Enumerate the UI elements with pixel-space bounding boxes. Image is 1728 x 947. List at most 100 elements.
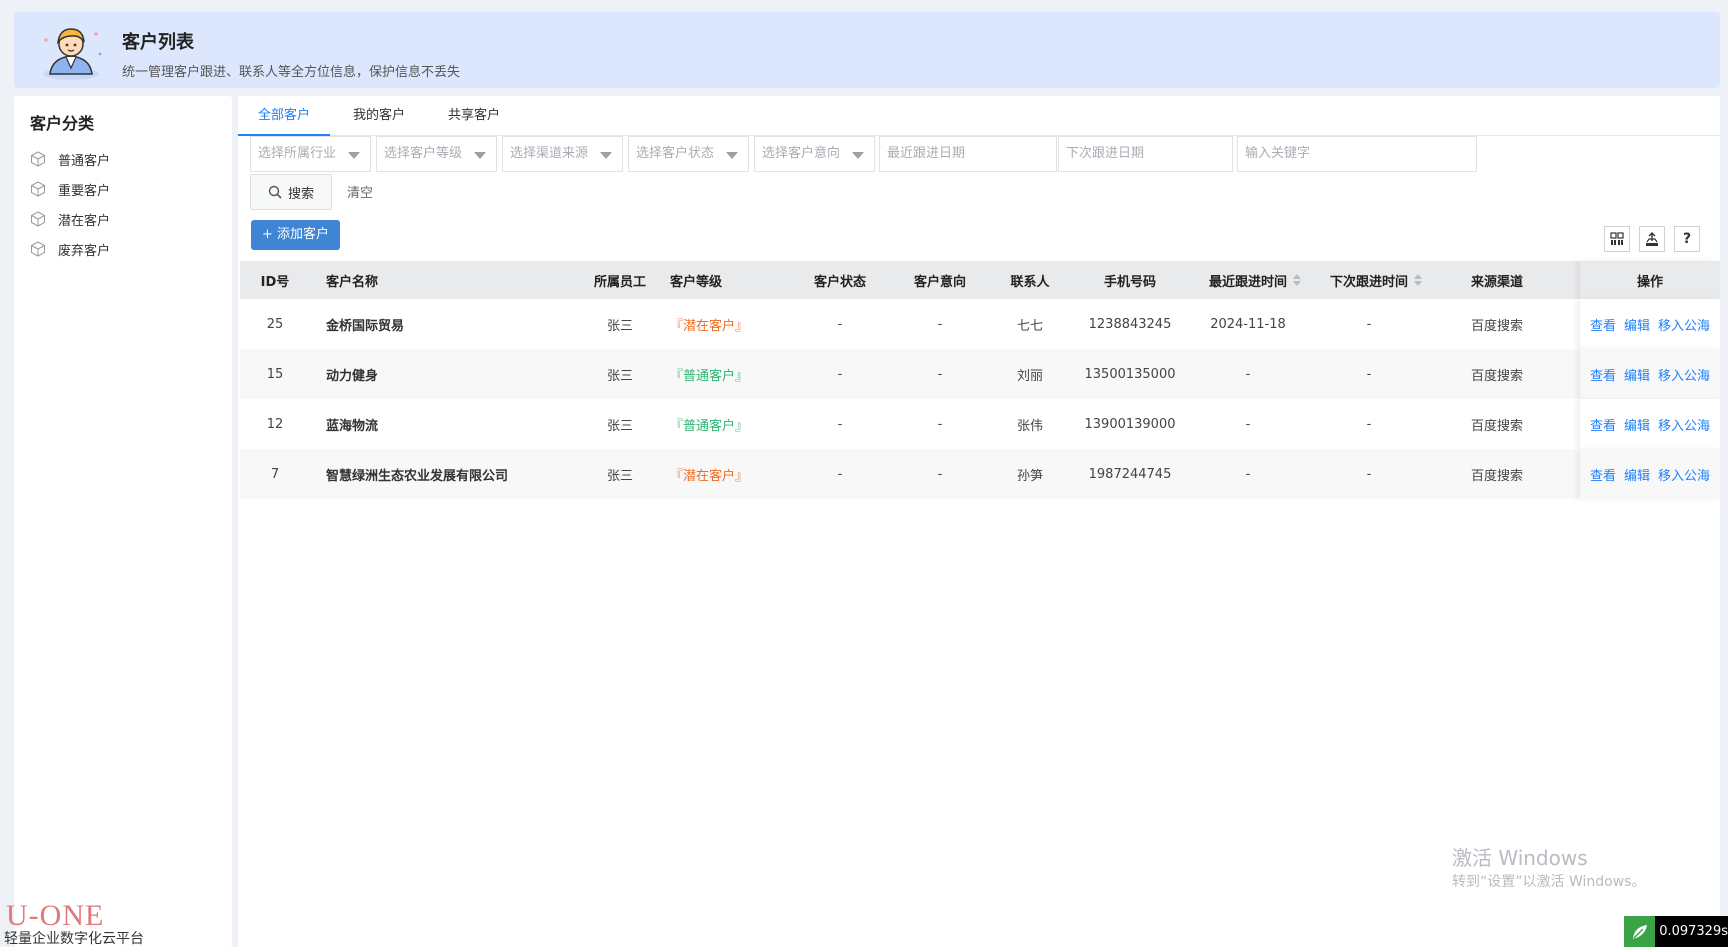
cell-intent: - <box>937 366 943 382</box>
col-name: 客户名称 <box>326 274 379 290</box>
view-link[interactable]: 查看 <box>1590 365 1616 384</box>
tab-bar: 全部客户 我的客户 共享客户 <box>238 96 1720 136</box>
keyword-input[interactable]: 输入关键字 <box>1237 136 1477 172</box>
cube-icon <box>31 211 45 227</box>
cell-employee: 张三 <box>606 418 633 434</box>
status-select[interactable]: 选择客户状态 <box>628 136 749 172</box>
cell-channel: 百度搜索 <box>1470 368 1523 384</box>
table-header: ID号 客户名称 所属员工 客户等级 客户状态 客户意向 联系人 手机号码 最近… <box>240 261 1720 299</box>
cell-employee: 张三 <box>606 468 633 484</box>
cell-phone: 13500135000 <box>1084 366 1176 382</box>
cell-level-badge: 『潜在客户』 <box>670 468 749 484</box>
industry-select-placeholder: 选择所属行业 <box>258 146 337 161</box>
sidebar-item-potential[interactable]: 潜在客户 <box>30 204 110 234</box>
chevron-down-icon <box>600 152 612 159</box>
edit-link[interactable]: 编辑 <box>1624 465 1650 484</box>
sidebar-item-important[interactable]: 重要客户 <box>30 174 110 204</box>
col-contact: 联系人 <box>1010 274 1050 290</box>
help-button[interactable]: ? <box>1674 226 1700 252</box>
cell-employee: 张三 <box>606 318 633 334</box>
col-level: 客户等级 <box>670 274 723 290</box>
export-icon <box>1646 232 1658 246</box>
col-channel: 来源渠道 <box>1470 274 1523 290</box>
sidebar-item-label: 潜在客户 <box>58 213 111 229</box>
tab-shared-customers[interactable]: 共享客户 <box>448 96 500 136</box>
intent-select[interactable]: 选择客户意向 <box>754 136 875 172</box>
col-intent: 客户意向 <box>913 274 966 290</box>
sidebar-item-abandoned[interactable]: 废弃客户 <box>30 234 110 264</box>
recent-followup-date-input[interactable]: 最近跟进日期 <box>879 136 1057 172</box>
col-recent-label: 最近跟进时间 <box>1208 274 1287 290</box>
industry-select[interactable]: 选择所属行业 <box>250 136 371 172</box>
level-select-placeholder: 选择客户等级 <box>384 146 463 161</box>
col-next-label: 下次跟进时间 <box>1329 274 1408 290</box>
cell-recent-followup: 2024-11-18 <box>1210 316 1286 332</box>
activation-watermark-sub: 转到“设置”以激活 Windows。 <box>1452 874 1646 890</box>
sort-icon[interactable] <box>1293 274 1301 286</box>
cube-icon <box>31 151 45 167</box>
cell-contact: 刘丽 <box>1016 368 1043 384</box>
activation-watermark-title: 激活 Windows <box>1452 846 1588 870</box>
next-followup-date-input[interactable]: 下次跟进日期 <box>1058 136 1233 172</box>
tab-all-customers[interactable]: 全部客户 <box>238 96 331 136</box>
view-link[interactable]: 查看 <box>1590 465 1616 484</box>
chevron-down-icon <box>852 152 864 159</box>
export-button[interactable] <box>1639 226 1665 252</box>
cell-contact: 七七 <box>1016 318 1043 334</box>
cell-recent-followup: - <box>1245 366 1251 382</box>
cell-intent: - <box>937 416 943 432</box>
sidebar-item-normal[interactable]: 普通客户 <box>30 144 110 174</box>
search-icon <box>268 185 282 199</box>
grid-icon <box>1610 232 1624 245</box>
edit-link[interactable]: 编辑 <box>1624 365 1650 384</box>
cube-icon <box>31 181 45 197</box>
cell-recent-followup: - <box>1245 466 1251 482</box>
move-to-pool-link[interactable]: 移入公海 <box>1658 365 1710 384</box>
column-settings-button[interactable] <box>1604 226 1630 252</box>
move-to-pool-link[interactable]: 移入公海 <box>1658 465 1710 484</box>
col-recent[interactable]: 最近跟进时间 <box>1195 261 1315 299</box>
row-actions: 查看 编辑 移入公海 <box>1580 299 1720 349</box>
edit-link[interactable]: 编辑 <box>1624 415 1650 434</box>
timer-badge: 0.097329s <box>1624 916 1728 947</box>
sort-icon[interactable] <box>1414 274 1422 286</box>
page-subtitle: 统一管理客户跟进、联系人等全方位信息，保护信息不丢失 <box>122 65 461 80</box>
search-button[interactable]: 搜索 <box>250 174 332 210</box>
channel-select[interactable]: 选择渠道来源 <box>502 136 623 172</box>
col-next[interactable]: 下次跟进时间 <box>1316 261 1436 299</box>
view-link[interactable]: 查看 <box>1590 315 1616 334</box>
category-list: 普通客户 重要客户 潜在客户 废弃客户 <box>30 144 110 264</box>
status-select-placeholder: 选择客户状态 <box>636 146 715 161</box>
cell-customer-name[interactable]: 金桥国际贸易 <box>326 299 586 349</box>
col-phone: 手机号码 <box>1103 274 1156 290</box>
col-ops-wrapper: 操作 <box>1580 261 1720 299</box>
cell-status: - <box>837 316 843 332</box>
cell-channel: 百度搜索 <box>1470 418 1523 434</box>
view-link[interactable]: 查看 <box>1590 415 1616 434</box>
table-row: 25 金桥国际贸易 张三 『潜在客户』 - - 七七 1238843245 2024-11-18… <box>240 299 1720 349</box>
chevron-down-icon <box>348 152 360 159</box>
cell-status: - <box>837 466 843 482</box>
add-customer-button[interactable]: + 添加客户 <box>251 220 340 250</box>
move-to-pool-link[interactable]: 移入公海 <box>1658 415 1710 434</box>
intent-select-placeholder: 选择客户意向 <box>762 146 841 161</box>
edit-link[interactable]: 编辑 <box>1624 315 1650 334</box>
move-to-pool-link[interactable]: 移入公海 <box>1658 315 1710 334</box>
timer-value: 0.097329s <box>1659 924 1728 939</box>
clear-button[interactable]: 清空 <box>347 182 373 201</box>
col-ops: 操作 <box>1636 274 1663 290</box>
leaf-icon <box>1624 916 1656 947</box>
tab-my-customers[interactable]: 我的客户 <box>353 96 405 136</box>
cell-customer-name[interactable]: 动力健身 <box>326 349 586 399</box>
level-select[interactable]: 选择客户等级 <box>376 136 497 172</box>
sidebar-item-label: 普通客户 <box>58 153 111 169</box>
page-title: 客户列表 <box>122 32 194 53</box>
cell-next-followup: - <box>1366 366 1372 382</box>
cell-customer-name[interactable]: 智慧绿洲生态农业发展有限公司 <box>326 449 586 499</box>
cell-customer-name[interactable]: 蓝海物流 <box>326 399 586 449</box>
next-date-placeholder: 下次跟进日期 <box>1066 146 1145 161</box>
col-id: ID号 <box>260 274 290 290</box>
table-body: 25 金桥国际贸易 张三 『潜在客户』 - - 七七 1238843245 2024-11-18… <box>240 299 1720 499</box>
cell-id: 7 <box>270 466 280 482</box>
sidebar-title: 客户分类 <box>30 114 95 133</box>
